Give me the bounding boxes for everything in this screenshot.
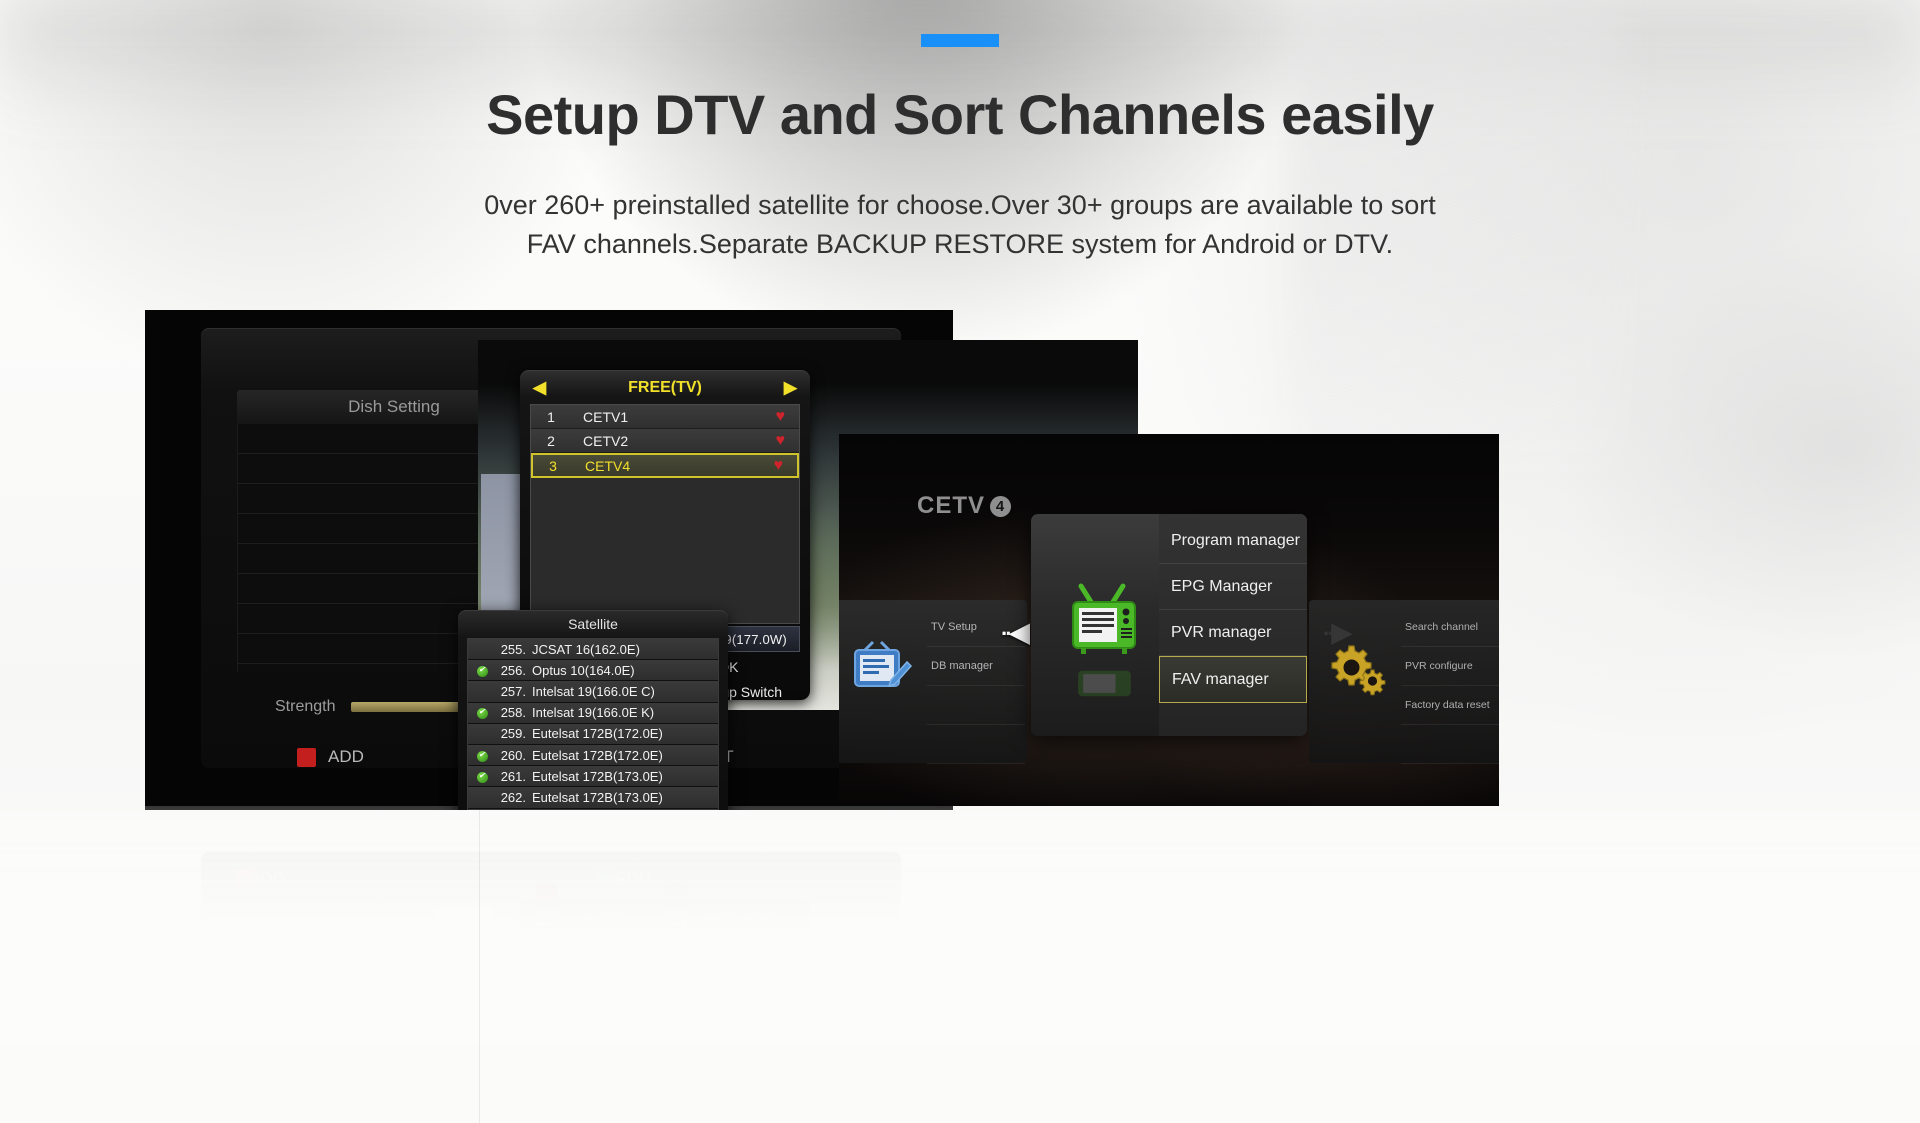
favorite-heart-icon[interactable]: ♥	[776, 432, 786, 450]
satellite-list-item[interactable]: 263.Intelsat 18(180.0E C)	[468, 808, 718, 810]
main-menu-list[interactable]: Program manager EPG Manager PVR manager …	[1159, 514, 1307, 736]
reflection-divider	[479, 806, 480, 1123]
menu-card-program: Program manager EPG Manager PVR manager …	[1031, 514, 1307, 736]
check-icon	[476, 770, 488, 783]
menu-card-settings[interactable]: Search channel PVR configure Factory dat…	[1309, 600, 1499, 764]
screenshot-stage: DISH SETUP Dish Setting Service Search S…	[0, 0, 1920, 1123]
satellite-check[interactable]	[472, 748, 492, 763]
submenu-item[interactable]: PVR configure	[1401, 647, 1499, 686]
satellite-list-item[interactable]: 258. Intelsat 19(166.0E K)	[468, 702, 718, 724]
prev-group-arrow-icon[interactable]: ◀	[533, 374, 546, 402]
strength-label: Strength	[275, 698, 336, 715]
menu-item-fav-manager[interactable]: FAV manager	[1159, 656, 1307, 703]
tv-setup-icon	[854, 640, 913, 688]
satellite-list-item[interactable]: 262. Eutelsat 172B(173.0E)	[468, 787, 718, 809]
channel-list[interactable]: 1 CETV1 ♥ 2 CETV2 ♥ 3 CETV4 ♥	[530, 404, 800, 624]
favorite-heart-icon[interactable]: ♥	[776, 408, 786, 426]
settings-gear-icon	[1331, 645, 1386, 696]
satellite-name: Eutelsat 172B(172.0E)	[532, 726, 663, 742]
satellite-list-item[interactable]: 261. Eutelsat 172B(173.0E)	[468, 766, 718, 788]
channel-logo: CETV 4	[917, 492, 1012, 520]
satellite-index: 255.	[500, 641, 526, 657]
check-icon	[476, 749, 488, 762]
settings-submenu: Search channel PVR configure Factory dat…	[1401, 608, 1499, 764]
satellite-index: 260.	[500, 747, 526, 763]
channel-name: CETV2	[583, 432, 629, 449]
channel-row[interactable]: 1 CETV1 ♥	[531, 405, 799, 429]
submenu-item[interactable]: Search channel	[1401, 608, 1499, 647]
satellite-list-item[interactable]: 257. Intelsat 19(166.0E C)	[468, 681, 718, 703]
satellite-name: JCSAT 16(162.0E)	[532, 641, 640, 657]
satellite-list-item[interactable]: 260. Eutelsat 172B(172.0E)	[468, 744, 718, 767]
submenu-item[interactable]	[927, 686, 1025, 725]
program-manager-icon	[1072, 583, 1136, 654]
channel-group-title: FREE(TV)	[628, 379, 702, 396]
menu-item-pvr-manager[interactable]: PVR manager	[1159, 610, 1307, 656]
satellite-name: Intelsat 19(166.0E K)	[532, 705, 655, 721]
prev-menu-arrow-icon[interactable]: ··◀	[1001, 617, 1030, 648]
satellite-index: 262.	[500, 789, 526, 805]
check-icon	[476, 664, 488, 677]
channel-row[interactable]: 2 CETV2 ♥	[531, 429, 799, 453]
satellite-check[interactable]	[472, 663, 492, 678]
satellite-name: Intelsat 19(166.0E C)	[532, 683, 655, 699]
satellite-index: 261.	[500, 768, 526, 784]
satellite-name: Eutelsat 172B(173.0E)	[532, 768, 663, 784]
channel-name: CETV4	[585, 457, 631, 474]
satellite-list-item[interactable]: 255. JCSAT 16(162.0E)	[468, 639, 718, 661]
satellite-dialog-title: Satellite	[568, 616, 618, 632]
submenu-item[interactable]: DB manager	[927, 647, 1025, 686]
submenu-item[interactable]: Factory data reset	[1401, 686, 1499, 725]
satellite-index: 258.	[500, 705, 526, 721]
satellite-index: 256.	[500, 662, 526, 678]
satellite-list-item[interactable]: 256. Optus 10(164.0E)	[468, 660, 718, 682]
satellite-list-item[interactable]: 259. Eutelsat 172B(172.0E)	[468, 723, 718, 745]
satellite-check[interactable]	[472, 769, 492, 784]
channel-row-selected[interactable]: 3 CETV4 ♥	[531, 453, 799, 478]
red-key-icon	[297, 747, 316, 767]
main-menu-screenshot: CETV 4 TV Setup DB manager ··◀ Program m…	[839, 434, 1499, 806]
reflection-fade-overlay-2	[0, 806, 1920, 1046]
check-icon	[476, 706, 488, 720]
menu-item-program-manager[interactable]: Program manager	[1159, 518, 1307, 564]
channel-number: 2	[547, 432, 555, 449]
channel-number: 1	[547, 408, 555, 425]
channel-number: 3	[549, 457, 557, 474]
channel-group-header: ◀ FREE(TV) ▶	[520, 374, 810, 402]
satellite-dialog: Satellite 255. JCSAT 16(162.0E) 256. Optus…	[458, 610, 728, 810]
menu-card-tv-setup[interactable]: TV Setup DB manager	[839, 600, 1027, 764]
channel-logo-text: CETV	[917, 492, 986, 519]
next-group-arrow-icon[interactable]: ▶	[784, 374, 797, 402]
satellite-check[interactable]	[472, 705, 492, 720]
satellite-name: Eutelsat 172B(173.0E)	[532, 789, 663, 805]
satellite-name: Eutelsat 172B(172.0E)	[532, 747, 663, 763]
key-add[interactable]: ADD	[297, 747, 364, 767]
program-manager-icon-reflection	[1078, 670, 1131, 697]
favorite-heart-icon[interactable]: ♥	[774, 457, 784, 475]
key-add-label: ADD	[328, 747, 364, 766]
submenu-item[interactable]	[927, 725, 1025, 764]
satellite-name: Optus 10(164.0E)	[532, 662, 635, 678]
channel-logo-number: 4	[990, 495, 1012, 517]
satellite-index: 259.	[500, 726, 526, 742]
menu-item-epg-manager[interactable]: EPG Manager	[1159, 564, 1307, 610]
satellite-index: 257.	[500, 683, 526, 699]
satellite-list[interactable]: 255. JCSAT 16(162.0E) 256. Optus 10(164.0E…	[467, 638, 719, 810]
submenu-item[interactable]	[1401, 725, 1499, 764]
channel-name: CETV1	[583, 408, 629, 425]
